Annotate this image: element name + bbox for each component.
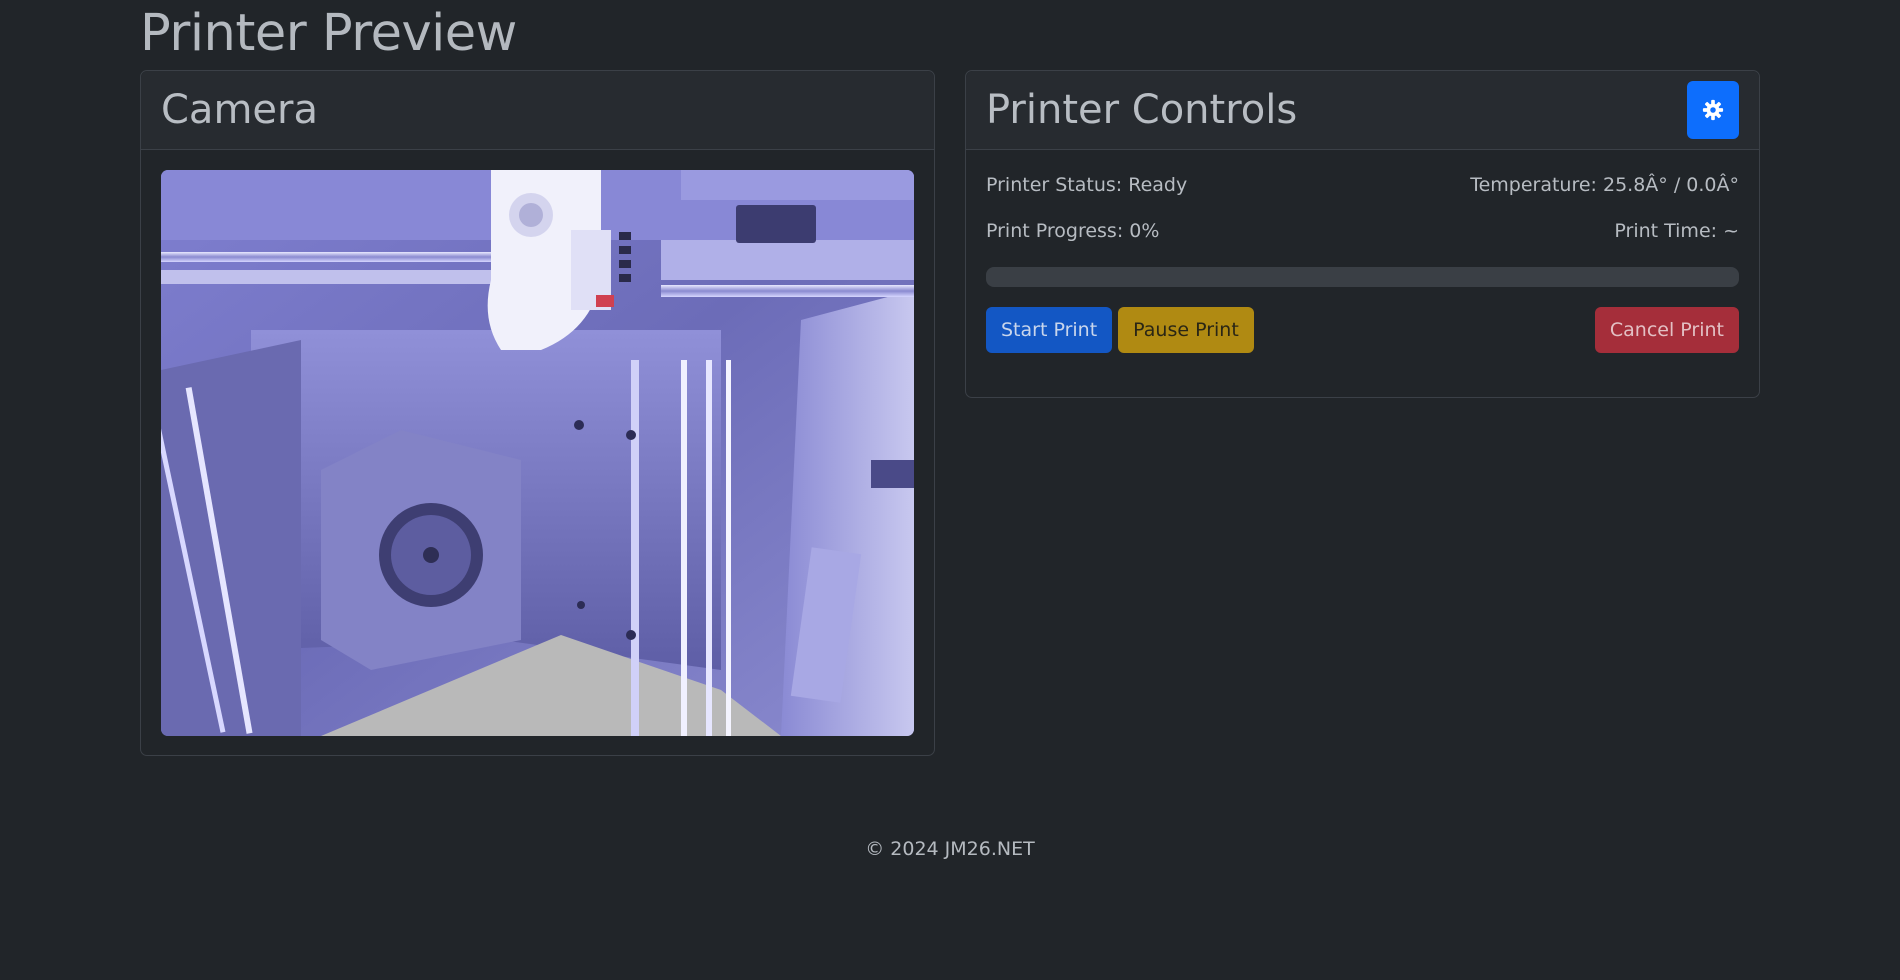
status-row: Printer Status: Ready Temperature: 25.8Â…	[986, 174, 1739, 196]
cancel-print-button[interactable]: Cancel Print	[1594, 307, 1739, 353]
printer-status: Printer Status: Ready	[986, 174, 1188, 196]
printer-controls-card: Printer Controls Printer Status: Ready T…	[965, 70, 1760, 398]
controls-title: Printer Controls	[986, 87, 1298, 133]
page-title: Printer Preview	[140, 4, 517, 63]
print-time: Print Time: ~	[1614, 220, 1739, 242]
temperature-readout: Temperature: 25.8Â° / 0.0Â°	[1470, 174, 1739, 196]
start-print-button[interactable]: Start Print	[986, 307, 1113, 353]
camera-title: Camera	[161, 87, 318, 133]
camera-card-header: Camera	[141, 71, 934, 150]
gear-icon	[1702, 99, 1724, 121]
camera-card: Camera	[140, 70, 935, 756]
primary-button-group: Start Print Pause Print	[986, 307, 1254, 353]
progress-row: Print Progress: 0% Print Time: ~	[986, 220, 1739, 242]
print-progress-bar	[986, 267, 1739, 287]
print-action-buttons: Start Print Pause Print Cancel Print	[986, 307, 1739, 353]
controls-card-header: Printer Controls	[966, 71, 1759, 150]
print-progress-text: Print Progress: 0%	[986, 220, 1160, 242]
settings-button[interactable]	[1687, 81, 1739, 139]
pause-print-button[interactable]: Pause Print	[1118, 307, 1254, 353]
footer-copyright: © 2024 JM26.NET	[865, 838, 1035, 860]
camera-feed-image	[161, 170, 914, 736]
camera-body	[141, 150, 934, 756]
controls-body: Printer Status: Ready Temperature: 25.8Â…	[966, 150, 1759, 373]
